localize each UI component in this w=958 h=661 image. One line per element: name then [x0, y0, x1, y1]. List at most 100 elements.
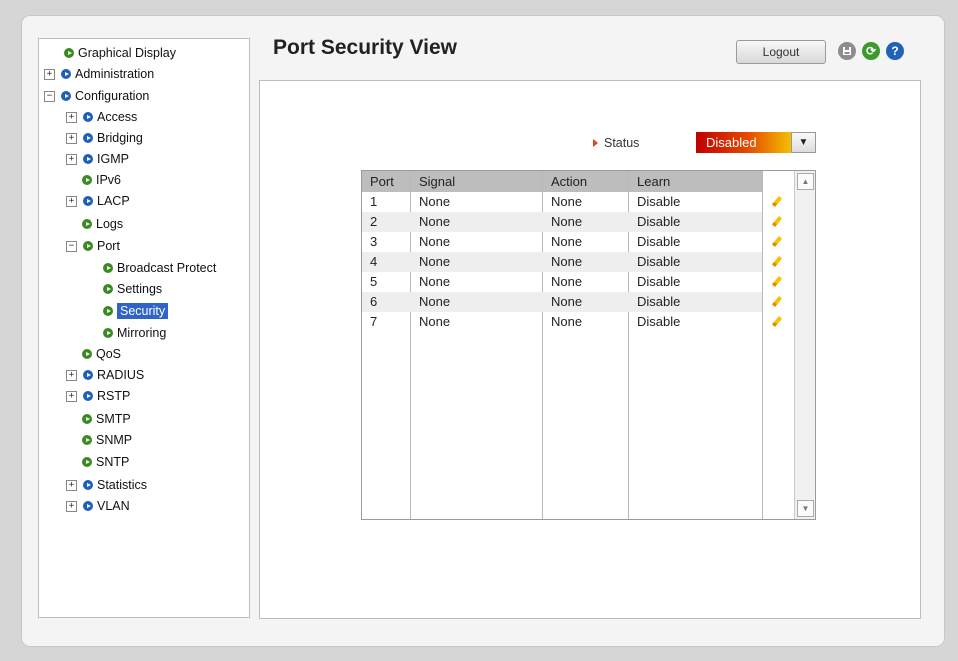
tree-node-configuration[interactable]: − Configuration	[44, 86, 149, 106]
help-icon[interactable]: ?	[886, 42, 904, 60]
tree-node-settings[interactable]: Settings	[103, 279, 162, 299]
tree-bullet-icon	[82, 219, 92, 229]
port-cell: 4	[370, 254, 378, 269]
table-row[interactable]: 4 None None Disable	[362, 252, 762, 272]
tree-node-lacp[interactable]: + LACP	[66, 191, 130, 211]
action-cell: None	[551, 294, 583, 309]
signal-cell: None	[419, 294, 451, 309]
tree-node-broadcast-protect[interactable]: Broadcast Protect	[103, 258, 216, 278]
logout-button[interactable]: Logout	[736, 40, 826, 64]
learn-cell: Disable	[637, 194, 681, 209]
tree-node-label: Broadcast Protect	[117, 261, 217, 275]
collapse-icon[interactable]: −	[66, 240, 77, 252]
tree-node-logs[interactable]: Logs	[82, 214, 123, 234]
expand-icon[interactable]: +	[44, 68, 55, 80]
table-row[interactable]: 6 None None Disable	[362, 292, 762, 312]
edit-pencil-icon[interactable]	[772, 276, 782, 286]
col-header-port[interactable]: Port	[370, 171, 394, 192]
port-cell: 7	[370, 314, 378, 329]
tree-node-port[interactable]: − Port	[66, 236, 120, 256]
tree-node-bridging[interactable]: + Bridging	[66, 128, 143, 148]
edit-pencil-icon[interactable]	[772, 296, 782, 306]
tree-bullet-icon	[103, 306, 113, 316]
tree-bullet-icon	[83, 480, 93, 490]
tree-node-label: Security	[117, 303, 169, 319]
port-cell: 3	[370, 234, 378, 249]
tree-node-sntp[interactable]: SNTP	[82, 452, 129, 472]
table-scrollbar[interactable]: ▲ ▼	[794, 171, 815, 519]
action-cell: None	[551, 214, 583, 229]
col-header-action[interactable]: Action	[551, 171, 587, 192]
expand-icon[interactable]: +	[66, 369, 77, 381]
tree-node-graphical-display[interactable]: Graphical Display	[64, 43, 176, 63]
port-cell: 6	[370, 294, 378, 309]
expand-icon[interactable]: +	[66, 111, 77, 123]
status-dropdown-button[interactable]: ▼	[791, 132, 816, 153]
port-cell: 5	[370, 274, 378, 289]
tree-node-access[interactable]: + Access	[66, 107, 137, 127]
refresh-icon[interactable]: ⟳	[862, 42, 880, 60]
signal-cell: None	[419, 314, 451, 329]
status-label-text: Status	[604, 136, 640, 150]
table-row[interactable]: 7 None None Disable	[362, 312, 762, 332]
tree-node-label: Statistics	[97, 478, 148, 492]
expand-icon[interactable]: +	[66, 500, 77, 512]
scroll-down-button[interactable]: ▼	[797, 500, 814, 517]
tree-node-smtp[interactable]: SMTP	[82, 409, 131, 429]
tree-node-label: RADIUS	[97, 368, 145, 382]
tree-bullet-icon	[82, 414, 92, 424]
tree-node-label: Administration	[75, 67, 155, 81]
tree-bullet-icon	[64, 48, 74, 58]
col-header-learn[interactable]: Learn	[637, 171, 670, 192]
status-value[interactable]: Disabled	[696, 132, 791, 153]
edit-pencil-icon[interactable]	[772, 316, 782, 326]
action-cell: None	[551, 314, 583, 329]
tree-bullet-icon	[83, 370, 93, 380]
tree-node-label: Logs	[96, 217, 124, 231]
expand-icon[interactable]: +	[66, 153, 77, 165]
save-icon[interactable]	[838, 42, 856, 60]
table-row[interactable]: 1 None None Disable	[362, 192, 762, 212]
tree-node-ipv6[interactable]: IPv6	[82, 170, 121, 190]
action-cell: None	[551, 194, 583, 209]
status-arrow-icon	[593, 139, 598, 147]
port-security-table: Port Signal Action Learn 1 None None Disabl…	[361, 170, 816, 520]
tree-node-security[interactable]: Security	[103, 301, 169, 321]
edit-pencil-icon[interactable]	[772, 196, 782, 206]
tree-bullet-icon	[82, 175, 92, 185]
edit-pencil-icon[interactable]	[772, 236, 782, 246]
edit-pencil-icon[interactable]	[772, 216, 782, 226]
tree-bullet-icon	[83, 391, 93, 401]
column-divider	[762, 171, 763, 519]
col-header-signal[interactable]: Signal	[419, 171, 455, 192]
signal-cell: None	[419, 274, 451, 289]
learn-cell: Disable	[637, 274, 681, 289]
tree-node-rstp[interactable]: + RSTP	[66, 386, 130, 406]
collapse-icon[interactable]: −	[44, 90, 55, 102]
port-cell: 1	[370, 194, 378, 209]
tree-bullet-icon	[103, 284, 113, 294]
status-label: Status	[593, 136, 639, 150]
tree-node-qos[interactable]: QoS	[82, 344, 121, 364]
tree-node-igmp[interactable]: + IGMP	[66, 149, 129, 169]
table-row[interactable]: 3 None None Disable	[362, 232, 762, 252]
expand-icon[interactable]: +	[66, 390, 77, 402]
tree-node-radius[interactable]: + RADIUS	[66, 365, 144, 385]
tree-node-vlan[interactable]: + VLAN	[66, 496, 130, 516]
action-cell: None	[551, 234, 583, 249]
expand-icon[interactable]: +	[66, 479, 77, 491]
expand-icon[interactable]: +	[66, 195, 77, 207]
tree-node-administration[interactable]: + Administration	[44, 64, 154, 84]
learn-cell: Disable	[637, 234, 681, 249]
table-row[interactable]: 2 None None Disable	[362, 212, 762, 232]
tree-node-snmp[interactable]: SNMP	[82, 430, 132, 450]
scroll-up-button[interactable]: ▲	[797, 173, 814, 190]
tree-node-label: Graphical Display	[78, 46, 176, 60]
learn-cell: Disable	[637, 314, 681, 329]
tree-node-mirroring[interactable]: Mirroring	[103, 323, 166, 343]
table-row[interactable]: 5 None None Disable	[362, 272, 762, 292]
tree-node-statistics[interactable]: + Statistics	[66, 475, 147, 495]
expand-icon[interactable]: +	[66, 132, 77, 144]
edit-pencil-icon[interactable]	[772, 256, 782, 266]
tree-node-label: Configuration	[75, 89, 150, 103]
